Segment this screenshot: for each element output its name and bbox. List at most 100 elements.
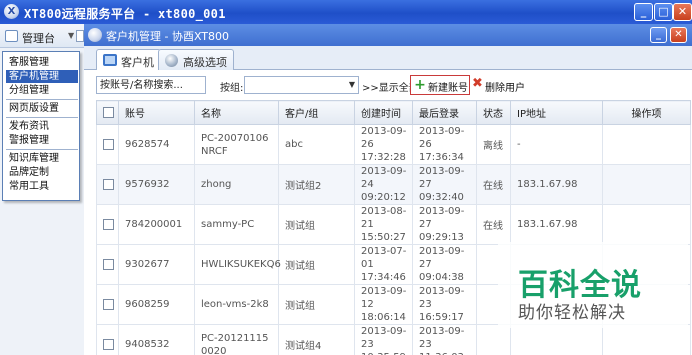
cell-ip: - <box>510 124 603 165</box>
cell-actions[interactable] <box>602 204 691 245</box>
watermark-subtitle: 助你轻松解决 <box>518 303 626 323</box>
cell-created: 2013-09-26 17:32:28 <box>361 126 407 163</box>
cell-account: 9608259 <box>118 284 195 325</box>
tab-client[interactable]: 客户机 <box>96 49 161 71</box>
inner-close-button[interactable]: ✕ <box>670 27 687 43</box>
column-header-account[interactable]: 账号 <box>118 100 195 125</box>
minimize-button[interactable]: _ <box>634 3 653 21</box>
app-title-bar: X XT800远程服务平台 - xt800_001 _ □ ✕ <box>0 0 692 24</box>
menu-item-common-tools[interactable]: 常用工具 <box>6 180 78 193</box>
cell-account: 784200001 <box>118 204 195 245</box>
column-header-ip[interactable]: IP地址 <box>510 100 603 125</box>
row-checkbox[interactable] <box>103 338 114 350</box>
close-button[interactable]: ✕ <box>673 3 692 21</box>
cell-name: PC-20070106NRCF <box>201 132 269 157</box>
cell-status: 在线 <box>476 204 511 245</box>
cell-actions[interactable] <box>602 164 691 205</box>
table-row[interactable]: 9408532 PC-201211150020 测试组4 2013-09-23 … <box>96 324 691 355</box>
menu-item-group-mgmt[interactable]: 分组管理 <box>6 84 78 97</box>
cell-actions[interactable] <box>602 124 691 165</box>
app-title: XT800远程服务平台 - xt800_001 <box>24 7 226 21</box>
document-icon[interactable] <box>76 30 84 42</box>
cell-last-login: 2013-09-27 09:29:13 <box>419 206 465 243</box>
cell-account: 9408532 <box>118 324 195 355</box>
app-logo-icon: X <box>4 4 19 19</box>
cell-account: 9302677 <box>118 244 195 285</box>
menu-divider <box>6 117 78 118</box>
cell-name: HWLIKSUKEKQ6 <box>194 244 281 285</box>
cell-created: 2013-09-23 10:35:59 <box>361 326 407 355</box>
column-header-last-login[interactable]: 最后登录 <box>412 100 477 125</box>
inner-minimize-button[interactable]: _ <box>650 27 667 43</box>
monitor-icon <box>103 54 117 66</box>
plus-icon: + <box>414 77 426 93</box>
cell-name: sammy-PC <box>194 204 279 245</box>
group-filter-label: 按组: <box>220 83 244 94</box>
cell-name: leon-vms-2k8 <box>194 284 279 325</box>
column-header-created[interactable]: 创建时间 <box>354 100 413 125</box>
row-checkbox[interactable] <box>103 258 114 270</box>
cell-ip <box>510 324 603 355</box>
cell-actions[interactable] <box>602 324 691 355</box>
row-checkbox[interactable] <box>103 178 114 190</box>
new-account-button[interactable]: + 新建账号 <box>410 75 470 95</box>
tab-advanced-label: 高级选项 <box>183 56 227 69</box>
cell-status: 在线 <box>476 164 511 205</box>
menu-item-web-settings[interactable]: 网页版设置 <box>6 102 78 115</box>
cell-ip: 183.1.67.98 <box>510 204 603 245</box>
cell-created: 2013-07-01 17:34:46 <box>361 246 407 283</box>
console-label[interactable]: 管理台 <box>22 30 55 46</box>
new-account-label: 新建账号 <box>428 83 468 94</box>
maximize-button[interactable]: □ <box>654 3 673 21</box>
cell-group: 测试组 <box>278 244 355 285</box>
menu-divider <box>6 149 78 150</box>
tab-client-label: 客户机 <box>121 56 154 69</box>
console-dropdown-menu: 客服管理 客户机管理 分组管理 网页版设置 发布资讯 警报管理 知识库管理 品牌… <box>2 51 80 201</box>
cell-ip: 183.1.67.98 <box>510 164 603 205</box>
column-header-name[interactable]: 名称 <box>194 100 279 125</box>
menu-item-alert-mgmt[interactable]: 警报管理 <box>6 134 78 147</box>
cell-account: 9628574 <box>118 124 195 165</box>
toolbar: 按组: ▼ >>显示全部 + 新建账号 ✖ 删除用户 <box>84 70 692 100</box>
cell-status <box>476 324 511 355</box>
globe-icon <box>165 54 178 67</box>
cell-group: 测试组4 <box>278 324 355 355</box>
cell-last-login: 2013-09-23 16:59:17 <box>419 286 465 323</box>
cell-name: zhong <box>194 164 279 205</box>
column-header-status[interactable]: 状态 <box>476 100 511 125</box>
menu-divider <box>6 99 78 100</box>
cell-last-login: 2013-09-23 11:36:03 <box>419 326 465 355</box>
cell-status: 离线 <box>476 124 511 165</box>
inner-window-title: 客户机管理 - 协酉XT800 <box>106 30 230 43</box>
column-header-actions[interactable]: 操作项 <box>602 100 691 125</box>
row-checkbox[interactable] <box>103 218 114 230</box>
search-input[interactable] <box>96 76 206 94</box>
select-all-checkbox[interactable] <box>103 106 114 118</box>
column-header-group[interactable]: 客户/组 <box>278 100 355 125</box>
watermark: 百科全说 助你轻松解决 <box>498 242 688 328</box>
table-row[interactable]: 9628574 PC-20070106NRCF abc 2013-09-26 1… <box>96 124 691 165</box>
table-row[interactable]: 9576932 zhong 测试组2 2013-09-24 09:20:12 2… <box>96 164 691 205</box>
cell-last-login: 2013-09-27 09:04:38 <box>419 246 465 283</box>
menu-item-knowledge-base[interactable]: 知识库管理 <box>6 152 78 165</box>
console-menu-bar[interactable]: 管理台 ▼ <box>0 24 84 48</box>
cell-created: 2013-08-21 15:50:27 <box>361 206 407 243</box>
menu-item-service-mgmt[interactable]: 客服管理 <box>6 56 78 69</box>
tab-bar: 客户机 高级选项 <box>84 46 692 71</box>
row-checkbox[interactable] <box>103 138 114 150</box>
cell-group: 测试组 <box>278 284 355 325</box>
cell-name: PC-201211150020 <box>201 332 269 355</box>
delete-user-label: 删除用户 <box>485 83 525 94</box>
tab-advanced-options[interactable]: 高级选项 <box>158 49 234 70</box>
select-all-header[interactable] <box>96 100 119 125</box>
row-checkbox[interactable] <box>103 298 114 310</box>
chevron-down-icon[interactable]: ▼ <box>349 80 355 89</box>
chevron-down-icon[interactable]: ▼ <box>68 31 74 40</box>
menu-item-publish-news[interactable]: 发布资讯 <box>6 120 78 133</box>
menu-item-client-mgmt[interactable]: 客户机管理 <box>6 70 78 83</box>
menu-item-brand-custom[interactable]: 品牌定制 <box>6 166 78 179</box>
cell-group: 测试组2 <box>278 164 355 205</box>
table-row[interactable]: 784200001 sammy-PC 测试组 2013-08-21 15:50:… <box>96 204 691 245</box>
inner-window-title-bar: 客户机管理 - 协酉XT800 _ ✕ <box>84 24 692 46</box>
group-select[interactable]: ▼ <box>244 76 359 94</box>
